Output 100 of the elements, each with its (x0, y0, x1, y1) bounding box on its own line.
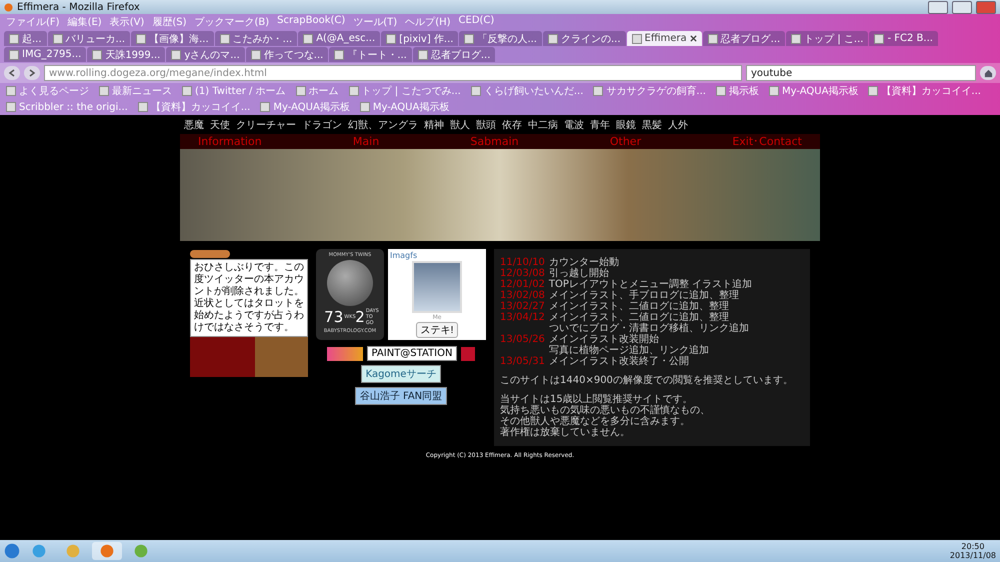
bookmark-link[interactable]: ホーム (296, 84, 339, 98)
menu-item[interactable]: 編集(E) (68, 15, 102, 29)
news-text: カウンター始動 (548, 257, 619, 268)
bookmark-link[interactable]: (1) Twitter / ホーム (182, 84, 286, 98)
bookmark-link[interactable]: よく見るページ (6, 84, 89, 98)
browser-tab[interactable]: 起... (4, 31, 47, 46)
favicon-icon (464, 34, 474, 44)
browser-tab[interactable]: 「反撃の人... (459, 31, 542, 46)
nav-link[interactable]: Main (352, 135, 380, 148)
browser-tab[interactable]: こたみか・... (214, 31, 298, 46)
nav-link[interactable]: Information (198, 135, 262, 148)
news-date: 13/02/08 (500, 290, 545, 301)
browser-tab[interactable]: クラインの... (542, 31, 626, 46)
browser-tab[interactable]: IMG_2795... (4, 47, 86, 62)
news-date: 13/02/27 (500, 301, 545, 312)
browser-tab[interactable]: 忍者ブログ... (412, 47, 496, 62)
maximize-button[interactable] (952, 0, 972, 14)
menu-item[interactable]: CED(C) (458, 15, 494, 29)
browser-tab[interactable]: 天誅1999... (87, 47, 166, 62)
genre-tag: 中二病 (528, 118, 558, 132)
nav-link[interactable]: Exit･Contact (732, 135, 802, 148)
menu-item[interactable]: ブックマーク(B) (194, 15, 270, 29)
bookmark-link[interactable]: サカサクラゲの飼育... (593, 84, 706, 98)
bookmark-link[interactable]: トップ | こたつでみ... (348, 84, 461, 98)
genre-tag: 依存 (502, 118, 522, 132)
news-text: 引っ越し開始 (548, 268, 609, 279)
search-field[interactable]: youtube (746, 65, 976, 81)
bookmark-link[interactable]: 最新ニュース (99, 84, 172, 98)
close-button[interactable] (976, 0, 996, 14)
link-banner[interactable]: PAINT@STATION (366, 346, 458, 361)
favicon-icon (99, 86, 109, 96)
nav-link[interactable]: Sabmain (470, 135, 519, 148)
bookmark-link[interactable]: くらげ飼いたいんだ... (470, 84, 584, 98)
back-button[interactable] (4, 66, 20, 80)
link-banner[interactable]: Kagomeサーチ (360, 365, 442, 383)
bookmark-link[interactable]: 【資料】カッコイイ... (868, 84, 981, 98)
genre-tag: 黒髪 (642, 118, 662, 132)
notice-text: 気持ち悪いもの気味の悪いもの不謹慎なもの、 (500, 405, 711, 416)
news-text: メインイラスト、二値ログに追加、整理 (548, 312, 730, 323)
window-title: Effimera - Mozilla Firefox (17, 2, 141, 12)
forward-button[interactable] (24, 66, 40, 80)
photo-placeholder (412, 261, 462, 313)
favicon-icon (303, 34, 314, 44)
bookmark-link[interactable]: 【資料】カッコイイ... (138, 100, 250, 114)
browser-tab[interactable]: 作ってつな... (246, 47, 328, 62)
browser-tab[interactable]: A(@A_esc... (298, 31, 380, 46)
genre-tag: 青年 (590, 118, 610, 132)
bookmark-link[interactable]: 掲示板 (716, 84, 759, 98)
favicon-icon (470, 86, 481, 96)
favicon-icon (868, 86, 878, 96)
menu-item[interactable]: ファイル(F) (6, 15, 60, 29)
minimize-button[interactable] (928, 0, 948, 14)
close-icon[interactable] (690, 35, 697, 42)
home-icon (984, 68, 992, 78)
news-text: ついでにブログ・清書ログ移植、リンク追加 (548, 323, 749, 334)
browser-tab[interactable]: バリューカ... (48, 31, 130, 46)
favicon-icon (138, 102, 148, 112)
bookmark-link[interactable]: My-AQUA掲示板 (360, 100, 450, 114)
menu-item[interactable]: 履歴(S) (152, 15, 186, 29)
bookmark-link[interactable]: Scribbler :: the origi... (6, 100, 128, 114)
favicon-icon (296, 86, 306, 96)
like-button[interactable]: ステキ! (416, 322, 458, 338)
genre-tag: 人外 (668, 118, 688, 132)
home-button[interactable] (980, 66, 996, 80)
taskbar-app[interactable] (92, 542, 122, 560)
menu-item[interactable]: ツール(T) (353, 15, 398, 29)
genre-tag: 眼鏡 (616, 118, 636, 132)
favicon-icon (418, 50, 428, 60)
browser-tab[interactable]: トップ | こ... (786, 31, 868, 46)
nav-link[interactable]: Other (610, 135, 642, 148)
favicon-icon (334, 50, 344, 60)
browser-tab[interactable]: 忍者ブログ... (702, 31, 786, 46)
menu-item[interactable]: ScrapBook(C) (277, 15, 346, 29)
favicon-icon (250, 50, 261, 60)
bookmark-link[interactable]: My-AQUA掲示板 (260, 100, 350, 114)
bookmark-link[interactable]: My-AQUA掲示板 (768, 84, 858, 98)
browser-tab[interactable]: [pixiv] 作... (381, 31, 458, 46)
genre-tag: 精神 (424, 118, 444, 132)
news-text: TOPレイアウトとメニュー調整 イラスト追加 (548, 279, 752, 290)
browser-tab[interactable]: 【画像】海... (131, 31, 214, 46)
genre-tag: ドラゴン (302, 118, 342, 132)
genre-tag: 獣人 (450, 118, 470, 132)
weeks-count: 73 (324, 308, 344, 326)
browser-tab[interactable]: yさんのマ... (166, 47, 245, 62)
favicon-icon (360, 102, 370, 112)
news-date: 12/01/02 (500, 279, 545, 290)
browser-tab[interactable]: - FC2 B... (869, 31, 938, 46)
news-text: メインイラスト、手ブロログに追加、整理 (548, 290, 739, 301)
favicon-icon (52, 34, 63, 44)
favicon-icon (593, 86, 604, 96)
news-text: メインイラスト、二値ログに追加、整理 (548, 301, 729, 312)
menu-item[interactable]: ヘルプ(H) (405, 15, 451, 29)
favicon-icon (708, 34, 718, 44)
link-banner[interactable]: 谷山浩子 FAN同盟 (354, 387, 448, 405)
link-banner[interactable] (326, 346, 363, 360)
menu-item[interactable]: 表示(V) (110, 15, 144, 29)
browser-tab[interactable]: 『トート・... (329, 47, 412, 62)
address-field[interactable]: www.rolling.dogeza.org/megane/index.html (44, 65, 742, 81)
browser-tab[interactable]: Effimera (626, 31, 702, 46)
clock-time: 20:50 (961, 542, 984, 551)
